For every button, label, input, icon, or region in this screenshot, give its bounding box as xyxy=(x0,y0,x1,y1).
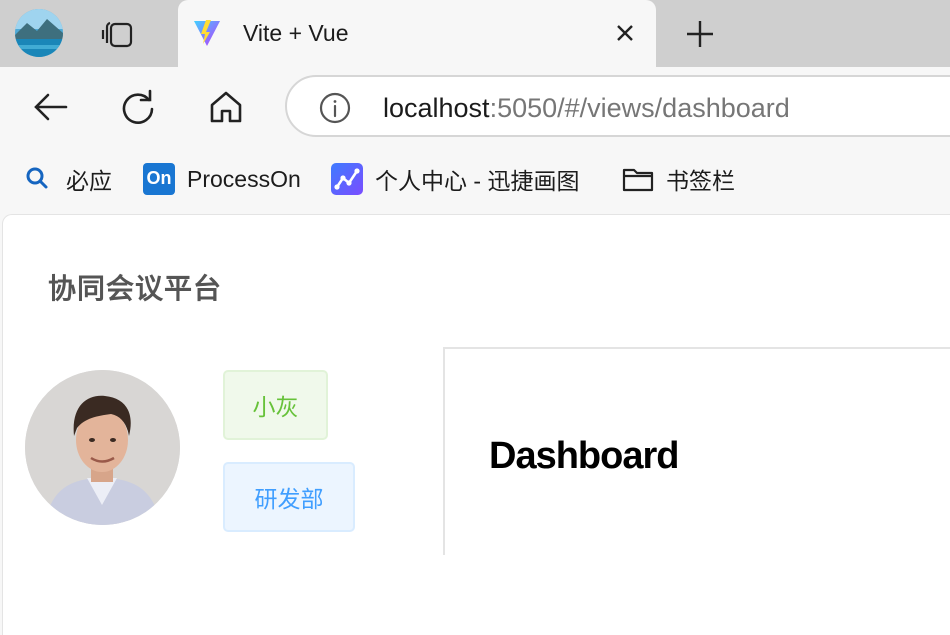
navigation-bar: localhost:5050/#/views/dashboard xyxy=(0,67,950,149)
refresh-icon[interactable] xyxy=(118,87,158,127)
tab-title: Vite + Vue xyxy=(243,20,349,46)
info-icon[interactable] xyxy=(319,92,351,124)
favorite-bing[interactable]: 必应 xyxy=(22,163,112,195)
favorite-label: 书签栏 xyxy=(666,168,735,194)
content-divider-horizontal xyxy=(443,347,950,349)
profile-avatar[interactable] xyxy=(15,9,63,57)
content-divider-vertical xyxy=(443,347,445,555)
department-name: 研发部 xyxy=(254,486,324,512)
url-path: :5050/#/views/dashboard xyxy=(489,93,790,123)
favorite-processon[interactable]: On ProcessOn xyxy=(143,163,301,195)
search-icon xyxy=(22,163,54,195)
page-content: 协同会议平台 小灰 研发部 Dashboard xyxy=(2,214,950,635)
processon-badge: On xyxy=(146,168,172,188)
favorite-xunjie[interactable]: 个人中心 - 迅捷画图 xyxy=(331,163,579,195)
user-name: 小灰 xyxy=(252,394,299,420)
processon-icon: On xyxy=(143,163,175,195)
url-text: localhost:5050/#/views/dashboard xyxy=(383,93,790,124)
vite-icon xyxy=(192,18,222,48)
user-avatar[interactable] xyxy=(25,370,180,525)
department-tag: 研发部 xyxy=(223,462,355,532)
back-icon[interactable] xyxy=(30,87,70,127)
tab-active[interactable]: Vite + Vue xyxy=(178,0,656,67)
close-tab-icon[interactable] xyxy=(614,22,636,44)
folder-icon xyxy=(622,163,654,195)
user-name-tag: 小灰 xyxy=(223,370,328,440)
url-host: localhost xyxy=(383,93,490,123)
favorite-label: 个人中心 - 迅捷画图 xyxy=(375,168,580,194)
app-title: 协同会议平台 xyxy=(48,273,223,304)
favorite-label: 必应 xyxy=(66,168,112,194)
favorites-bar: 必应 On ProcessOn 个人中心 - 迅捷画图 书签栏 xyxy=(0,149,950,211)
address-bar[interactable]: localhost:5050/#/views/dashboard xyxy=(285,75,950,137)
favorite-folder[interactable]: 书签栏 xyxy=(622,163,735,195)
tab-strip: Vite + Vue xyxy=(0,0,950,67)
chart-icon xyxy=(331,163,363,195)
home-icon[interactable] xyxy=(206,87,246,127)
page-heading: Dashboard xyxy=(489,435,679,477)
tab-actions-icon[interactable] xyxy=(100,15,138,53)
favorite-label: ProcessOn xyxy=(187,165,301,192)
new-tab-icon[interactable] xyxy=(684,18,716,50)
